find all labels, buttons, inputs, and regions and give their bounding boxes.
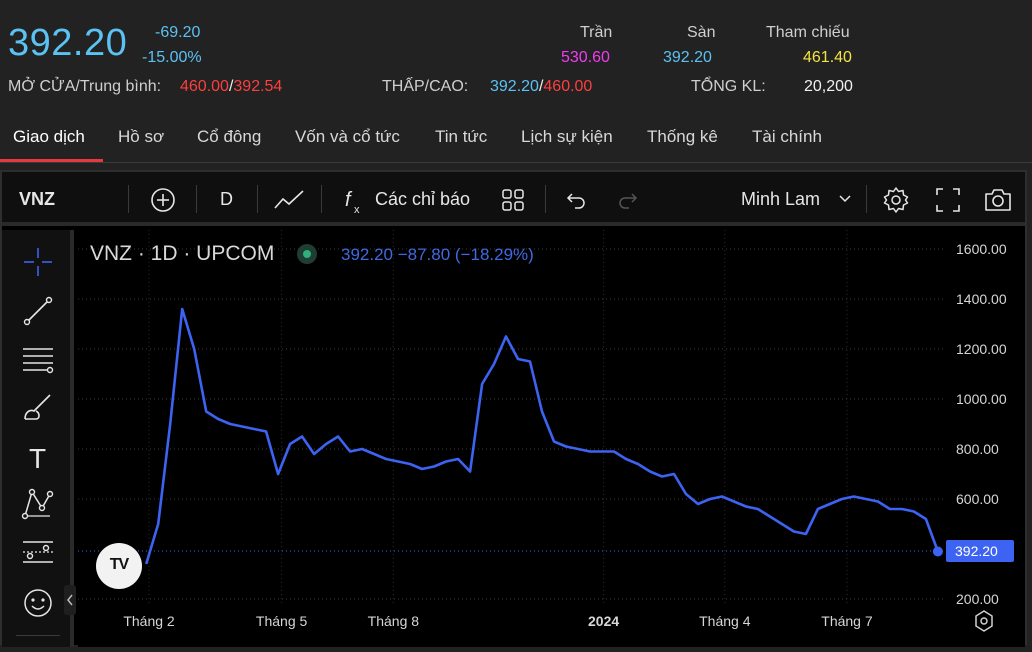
undo-icon[interactable] (564, 188, 588, 212)
smiley-icon[interactable] (20, 585, 56, 621)
volume-value: 20,200 (804, 78, 853, 95)
brush-icon[interactable] (20, 389, 56, 425)
sidebar-divider (16, 635, 60, 636)
function-icon[interactable]: f x (342, 186, 366, 216)
open-avg-values: 460.00/392.54 (180, 78, 282, 96)
templates-icon[interactable] (501, 188, 525, 212)
fib-retracement-icon[interactable] (20, 341, 56, 377)
x-tick-label: Tháng 5 (256, 613, 308, 629)
market-status-icon (297, 244, 317, 264)
redo-icon[interactable] (616, 188, 640, 212)
floor-label: Sàn (687, 24, 716, 41)
ceiling-value: 530.60 (561, 49, 610, 66)
collapse-sidebar-button[interactable] (64, 585, 76, 615)
tab-co-dong[interactable]: Cổ đông (197, 127, 261, 147)
x-tick-label: Tháng 4 (699, 613, 751, 629)
toolbar-divider (257, 185, 258, 213)
x-tick-label: Tháng 2 (123, 613, 175, 629)
gear-icon[interactable] (882, 186, 910, 214)
chevron-down-icon[interactable] (838, 194, 852, 204)
active-tab-indicator (0, 159, 103, 162)
last-price: 392.20 (8, 22, 128, 64)
quote-header: 392.20 -69.20 -15.00% MỞ CỬA/Trung bình:… (0, 0, 1032, 115)
chart-widget: VNZ D f x Các chỉ báo Minh Lam T Tháng 2… (0, 170, 1027, 647)
tradingview-logo-text: TV (109, 556, 129, 573)
tab-lich-su-kien[interactable]: Lịch sự kiện (521, 127, 613, 147)
volume-label: TỔNG KL: (691, 78, 766, 95)
x-tick-label: Tháng 7 (821, 613, 873, 629)
avg-value: 392.54 (233, 78, 283, 95)
price-series-line (144, 307, 940, 565)
text-tool-icon[interactable]: T (20, 438, 56, 474)
y-tick-label: 1000.00 (956, 391, 1007, 407)
add-symbol-icon[interactable] (149, 186, 177, 214)
svg-text:f: f (345, 189, 353, 211)
reference-label: Tham chiếu (766, 24, 850, 41)
symbol-legend-stats: 392.20 −87.80 (−18.29%) (341, 245, 534, 264)
drawing-toolbar: T (2, 230, 76, 647)
x-tick-label: Tháng 8 (368, 613, 420, 629)
chart-toolbar: VNZ D f x Các chỉ báo Minh Lam (2, 172, 1025, 226)
tab-thong-ke[interactable]: Thống kê (647, 127, 718, 147)
theme-selector[interactable]: Minh Lam (741, 189, 820, 210)
ceiling-label: Trần (580, 24, 613, 41)
fullscreen-icon[interactable] (935, 187, 961, 213)
y-tick-label: 1200.00 (956, 341, 1007, 357)
x-tick-label: 2024 (588, 613, 619, 629)
low-high-label: THẤP/CAO: (382, 78, 469, 95)
toolbar-divider (866, 185, 867, 213)
toolbar-divider (545, 185, 546, 213)
symbol-search[interactable]: VNZ (19, 189, 55, 210)
toolbar-divider (196, 185, 197, 213)
chart-type-icon[interactable] (273, 186, 305, 214)
svg-text:x: x (354, 204, 360, 216)
floor-value: 392.20 (663, 49, 712, 66)
y-tick-label: 600.00 (956, 491, 999, 507)
forecast-icon[interactable] (20, 534, 56, 570)
tab-von-va-co-tuc[interactable]: Vốn và cổ tức (295, 127, 400, 147)
indicators-button[interactable]: Các chỉ báo (375, 189, 470, 210)
symbol-legend-title[interactable]: VNZ · 1D · UPCOM (90, 242, 274, 266)
y-tick-label: 800.00 (956, 441, 999, 457)
reference-value: 461.40 (803, 49, 852, 66)
open-value: 460.00 (180, 78, 229, 95)
price-chart[interactable]: Tháng 2 Tháng 5 Tháng 8 2024 Tháng 4 Tháng 7 … (78, 230, 1025, 647)
plot-area: Tháng 2 Tháng 5 Tháng 8 2024 Tháng 4 Tháng 7 … (78, 230, 1025, 647)
y-tick-label: 1600.00 (956, 241, 1007, 257)
svg-text:T: T (29, 443, 46, 474)
tab-ho-so[interactable]: Hồ sơ (118, 127, 164, 147)
toolbar-divider (128, 185, 129, 213)
crosshair-icon[interactable] (20, 244, 56, 280)
open-avg-label: MỞ CỬA/Trung bình: (8, 78, 162, 95)
camera-icon[interactable] (983, 187, 1013, 213)
tab-bar: Giao dịch Hồ sơ Cổ đông Vốn và cổ tức Ti… (0, 115, 1032, 163)
price-change: -69.20 (155, 24, 201, 41)
axis-settings-icon[interactable] (972, 609, 996, 633)
tradingview-logo[interactable]: TV (96, 543, 142, 589)
y-tick-label: 200.00 (956, 591, 999, 607)
interval-button[interactable]: D (220, 189, 233, 210)
chevron-left-icon (67, 594, 73, 606)
high-value: 460.00 (543, 78, 593, 95)
tab-tin-tuc[interactable]: Tin tức (435, 127, 487, 147)
trend-line-icon[interactable] (20, 293, 56, 329)
low-value: 392.20 (490, 78, 539, 95)
last-price-point (932, 546, 943, 557)
pattern-icon[interactable] (20, 486, 56, 522)
tab-giao-dich[interactable]: Giao dịch (13, 127, 85, 147)
price-change-pct: -15.00% (142, 49, 202, 66)
low-high-values: 392.20/460.00 (490, 78, 592, 96)
y-tick-label: 1400.00 (956, 291, 1007, 307)
tab-tai-chinh[interactable]: Tài chính (752, 127, 822, 147)
last-price-tag-label: 392.20 (955, 543, 998, 559)
toolbar-divider (321, 185, 322, 213)
